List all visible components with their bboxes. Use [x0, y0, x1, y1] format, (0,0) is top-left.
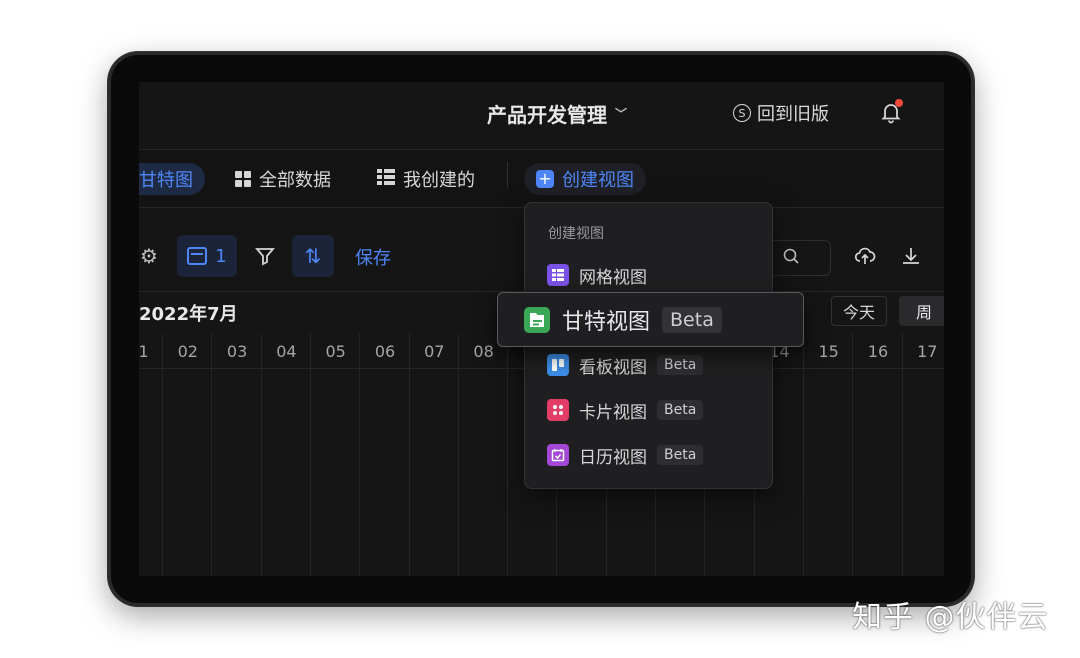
- tab-divider: [507, 162, 508, 188]
- watermark: 知乎 @伙伴云: [852, 600, 1049, 635]
- calendar-icon: [187, 247, 208, 265]
- gantt-day-label: 17: [917, 342, 938, 361]
- notification-bell-icon[interactable]: [879, 99, 903, 124]
- beta-badge: Beta: [657, 400, 704, 420]
- beta-badge: Beta: [662, 306, 722, 333]
- grid-view-icon: [547, 264, 569, 286]
- switch-icon: S: [733, 104, 751, 122]
- menu-item-label: 甘特视图: [562, 309, 651, 335]
- save-button[interactable]: 保存: [355, 244, 391, 270]
- tab-my-created[interactable]: 我创建的: [377, 163, 475, 195]
- gantt-day-column: 01: [139, 334, 163, 576]
- search-icon: [782, 247, 800, 269]
- gantt-day-label: 06: [374, 342, 396, 361]
- grid-icon: [235, 171, 251, 187]
- kanban-view-icon: [547, 354, 569, 376]
- menu-item-grid-view[interactable]: 网格视图: [547, 261, 647, 289]
- tab-all-data[interactable]: 全部数据: [235, 163, 331, 195]
- menu-item-card-view[interactable]: 卡片视图 Beta: [547, 396, 704, 424]
- menu-item-label: 卡片视图: [579, 402, 647, 423]
- calendar-view-icon: [547, 444, 569, 466]
- menu-item-label: 日历视图: [579, 447, 647, 468]
- sort-icon[interactable]: ⇅: [292, 235, 334, 277]
- app-title-dropdown[interactable]: 产品开发管理 ﹀: [487, 99, 627, 127]
- dropdown-title: 创建视图: [548, 226, 604, 242]
- gantt-day-label: 16: [867, 342, 889, 361]
- gantt-month-label: 2022年7月: [139, 304, 238, 325]
- table-icon: [377, 168, 395, 190]
- gantt-day-label: 15: [818, 342, 839, 361]
- gantt-view-icon: [524, 306, 550, 333]
- menu-item-label: 网格视图: [579, 267, 647, 288]
- chevron-down-icon: ﹀: [615, 106, 628, 121]
- card-view-icon: [547, 399, 569, 421]
- gantt-day-column: 04: [262, 334, 311, 576]
- gantt-day-label: 03: [226, 342, 248, 361]
- menu-item-gantt-view[interactable]: 甘特视图 Beta: [497, 292, 804, 347]
- download-icon[interactable]: [899, 244, 923, 268]
- upload-cloud-icon[interactable]: [853, 244, 877, 268]
- tab-gantt-label: 甘特图: [139, 170, 193, 191]
- settings-gear-icon[interactable]: ⚙: [139, 244, 159, 268]
- beta-badge: Beta: [657, 445, 704, 465]
- tab-my-created-label: 我创建的: [403, 170, 475, 191]
- gantt-day-column: 16: [854, 334, 903, 576]
- gantt-day-label: 07: [424, 342, 445, 361]
- back-to-old-version-button[interactable]: S 回到旧版: [733, 99, 829, 127]
- filter-icon[interactable]: [253, 244, 277, 268]
- plus-icon: +: [536, 170, 554, 188]
- gantt-day-column: 06: [361, 334, 410, 576]
- gantt-day-column: 08: [459, 334, 509, 576]
- gantt-day-column: 17: [903, 334, 944, 576]
- tab-gantt[interactable]: 甘特图: [139, 163, 205, 195]
- gantt-day-label: 04: [276, 342, 297, 361]
- group-count: 1: [215, 245, 227, 267]
- gantt-day-column: 15: [804, 334, 854, 576]
- menu-item-calendar-view[interactable]: 日历视图 Beta: [547, 441, 704, 469]
- gantt-day-column: 07: [410, 334, 459, 576]
- notification-badge: [895, 99, 903, 107]
- top-header: 产品开发管理 ﹀ S 回到旧版: [139, 82, 944, 150]
- group-button[interactable]: 1: [177, 235, 237, 277]
- beta-badge: Beta: [657, 355, 704, 375]
- gantt-day-label: 01: [139, 342, 149, 361]
- view-tab-bar: 甘特图 全部数据 我创建的 + 创建视图: [139, 150, 944, 208]
- gantt-day-label: 02: [177, 342, 198, 361]
- gantt-day-column: 03: [213, 334, 262, 576]
- gantt-day-label: 05: [325, 342, 346, 361]
- app-title: 产品开发管理: [487, 102, 607, 127]
- create-view-button[interactable]: + 创建视图: [524, 163, 646, 195]
- week-scale-button[interactable]: 周: [899, 296, 944, 326]
- gantt-day-column: 02: [163, 334, 213, 576]
- gantt-day-column: 05: [311, 334, 361, 576]
- menu-item-kanban-view[interactable]: 看板视图 Beta: [547, 351, 704, 379]
- tab-all-data-label: 全部数据: [259, 170, 331, 191]
- create-view-label: 创建视图: [562, 170, 634, 191]
- back-to-old-label: 回到旧版: [757, 104, 829, 125]
- today-button[interactable]: 今天: [831, 296, 887, 326]
- menu-item-label: 看板视图: [579, 357, 647, 378]
